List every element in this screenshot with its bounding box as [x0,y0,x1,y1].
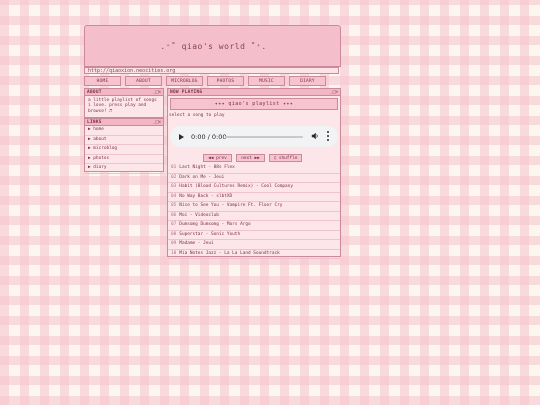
track-number: 05 [171,203,177,208]
window-controls-icon[interactable]: _□✕ [153,90,161,95]
track-item[interactable]: 03 Habit (Blood Cultures Remix) - Cool Co… [168,183,340,193]
track-title: Dark on Me - Jeui [179,174,225,180]
track-number: 09 [171,241,177,246]
window-controls-icon[interactable]: _□✕ [330,90,338,95]
nav-tab-photos[interactable]: PHOTOS [207,76,244,86]
nav-tab-microblog[interactable]: MICROBLOG [166,76,203,86]
link-diary[interactable]: ▶ diary [85,164,163,174]
track-title: Last Night - 88s Flex [179,165,235,170]
track-title: Madame - Jeui [179,241,214,246]
track-title: Mia Notes Jazz - La La Land Soundtrack [179,250,280,256]
track-number: 01 [171,165,177,170]
track-item[interactable]: 07 Dumsomg Dumsomg - Mars Argo [168,221,340,231]
track-title: Nice to See You - Vampire Ft. Floor Cry [179,203,283,208]
audio-player: 0:00 / 0:00 [170,126,338,147]
track-item[interactable]: 05 Nice to See You - Vampire Ft. Floor Cr… [168,202,340,212]
window-controls-icon[interactable]: _□✕ [153,120,161,125]
site-window: .⁺˚ qiao's world ˚⁺. http://qiaoxion.neo… [84,25,341,259]
track-item[interactable]: 02 Dark on Me - Jeui [168,174,340,183]
playback-controls: ◀◀ prev next ▶▶ ♫ shuffle [203,154,340,162]
nav-tab-diary[interactable]: DIARY [289,76,326,86]
nav-tab-music[interactable]: MUSIC [248,76,285,86]
volume-icon[interactable] [311,132,319,140]
seek-bar[interactable] [225,136,303,138]
playlist-banner: ✦✦✦ qiao's playlist ✦✦✦ [170,98,338,110]
now-playing-panel: NOW PLAYING _□✕ ✦✦✦ qiao's playlist ✦✦✦ … [167,88,341,259]
track-title: Dumsomg Dumsomg - Mars Argo [179,222,251,227]
track-title: Superstar - Sonic Youth [179,231,241,237]
more-options-icon[interactable] [327,131,329,141]
link-home[interactable]: ▶ home [85,126,163,136]
track-number: 02 [171,174,177,180]
url-bar[interactable]: http://qiaoxion.neocities.org [84,67,339,74]
link-microblog[interactable]: ▶ microblog [85,145,163,155]
track-number: 07 [171,222,177,227]
nav-tab-home[interactable]: HOME [84,76,121,86]
nav-tab-about[interactable]: ABOUT [125,76,162,86]
track-number: 03 [171,184,177,189]
track-title: Moi - Videoclub [179,212,219,218]
link-about[interactable]: ▶ about [85,136,163,146]
track-number: 10 [171,250,177,256]
about-text: a little playlist of songs i love. press… [88,98,157,114]
site-title: .⁺˚ qiao's world ˚⁺. [160,41,267,51]
track-number: 06 [171,212,177,218]
about-title: ABOUT [87,89,102,95]
track-item[interactable]: 01 Last Night - 88s Flex [168,164,340,174]
about-panel: ABOUT _□✕ a little playlist of songs i l… [84,88,164,118]
select-hint: select a song to play [169,113,225,118]
track-item[interactable]: 08 Superstar - Sonic Youth [168,231,340,240]
site-header: .⁺˚ qiao's world ˚⁺. [84,25,341,67]
link-photos[interactable]: ▶ photos [85,155,163,165]
links-titlebar: LINKS _□✕ [85,119,163,126]
now-playing-titlebar: NOW PLAYING _□✕ [168,89,340,96]
track-item[interactable]: 10 Mia Notes Jazz - La La Land Soundtrack [168,250,340,259]
track-list: 01 Last Night - 88s Flex 02 Dark on Me - J… [168,164,340,259]
track-number: 08 [171,231,177,237]
links-title: LINKS [87,119,102,125]
play-icon[interactable] [179,133,184,140]
about-titlebar: ABOUT _□✕ [85,89,163,96]
track-item[interactable]: 04 No Way Back - slbtXD [168,193,340,202]
prev-button[interactable]: ◀◀ prev [203,154,232,162]
track-item[interactable]: 09 Madame - Jeui [168,240,340,250]
now-playing-title: NOW PLAYING [170,89,203,95]
shuffle-button[interactable]: ♫ shuffle [269,154,302,162]
track-item[interactable]: 06 Moi - Videoclub [168,212,340,221]
track-number: 04 [171,193,177,199]
nav-bar: HOME ABOUT MICROBLOG PHOTOS MUSIC DIARY [84,76,341,87]
next-button[interactable]: next ▶▶ [236,154,265,162]
track-title: Habit (Blood Cultures Remix) - Cool Comp… [179,184,293,189]
track-title: No Way Back - slbtXD [179,193,233,199]
player-time: 0:00 / 0:00 [191,132,227,141]
links-panel: LINKS _□✕ ▶ home ▶ about ▶ microblog ▶ p… [84,118,164,174]
